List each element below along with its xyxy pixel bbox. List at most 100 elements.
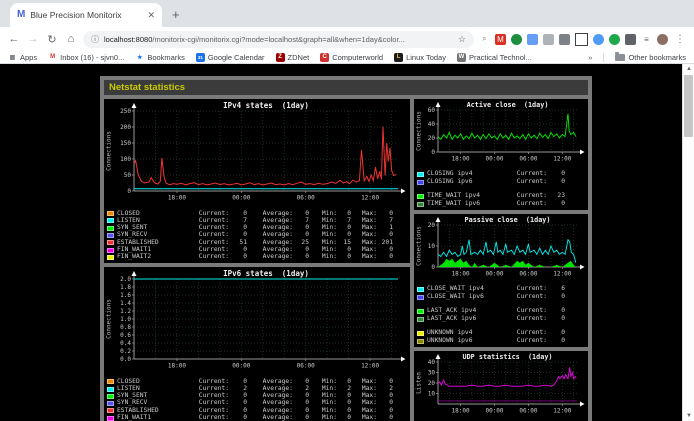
legend-row-closing-ipv4: CLOSING ipv4Current:0 <box>414 170 588 178</box>
svg-text:2.0: 2.0 <box>120 276 131 283</box>
bookmark-label: ZDNet <box>288 53 310 62</box>
chart-passive-close[interactable]: 0102018:0000:0006:0012:00Passive close (… <box>414 214 588 347</box>
legend-row-fin-wait1: FIN_WAIT1Current:0Average:0Min:0Max:0 <box>104 415 410 421</box>
chart-ipv4-states[interactable]: 05010015020025018:0000:0006:0012:00IPv4 … <box>104 99 410 263</box>
mail-extension-icon[interactable]: M <box>495 34 506 45</box>
bookmark-star-icon[interactable]: ☆ <box>458 34 466 45</box>
svg-text:UDP statistics (1day): UDP statistics (1day) <box>462 353 552 361</box>
legend-swatch <box>417 202 424 207</box>
home-button[interactable]: ⌂ <box>64 33 78 45</box>
scrollbar-thumb[interactable] <box>684 75 693 137</box>
bookmark-item[interactable]: ZZDNet <box>276 53 310 62</box>
chart-udp-statistics[interactable]: 1020304018:0000:0006:0012:00UDP statisti… <box>414 351 588 421</box>
legend-stat-value: 0 <box>337 254 351 260</box>
legend-swatch <box>107 211 114 216</box>
svg-text:1.2: 1.2 <box>120 308 131 315</box>
bookmark-item[interactable]: ★Bookmarks <box>135 53 185 62</box>
legend-stat-value: 0 <box>229 232 247 238</box>
legend-swatch <box>107 379 114 384</box>
bookmark-item[interactable]: WPractical Technol... <box>457 53 532 62</box>
legend-stat-value: 0 <box>293 254 309 260</box>
cast-extension-icon[interactable] <box>559 34 570 45</box>
legend-stat-value: 0 <box>377 254 393 260</box>
svg-text:Passive close (1day): Passive close (1day) <box>465 216 551 224</box>
ipv4-states-legend: CLOSEDCurrent:0Average:0Min:0Max:0LISTEN… <box>104 210 410 261</box>
browser-toolbar: ← → ↻ ⌂ ⓘ localhost:8080/monitorix-cgi/m… <box>0 27 694 51</box>
legend-series-name: CLOSED <box>117 379 189 385</box>
legend-stat-value: 0 <box>293 211 309 217</box>
other-bookmarks-button[interactable]: Other bookmarks <box>615 53 686 62</box>
passive-close-graph[interactable]: 0102018:0000:0006:0012:00Passive close (… <box>414 215 586 279</box>
extensions-puzzle-icon[interactable] <box>625 34 636 45</box>
swirl-extension-icon[interactable] <box>609 34 620 45</box>
page-info-icon[interactable]: ⓘ <box>91 34 99 45</box>
gray-box-extension-icon[interactable] <box>543 34 554 45</box>
legend-stat-value: 0 <box>337 379 351 385</box>
search-extension-icon[interactable]: ⌕ <box>479 34 490 45</box>
svg-text:06:00: 06:00 <box>519 156 537 163</box>
back-button[interactable]: ← <box>7 33 21 45</box>
chart-ipv6-states[interactable]: 0.00.20.40.60.81.01.21.41.61.82.018:0000… <box>104 267 410 421</box>
legend-stat-label: Min: <box>309 211 337 217</box>
legend-stat-label: Current: <box>189 254 229 260</box>
svg-text:0: 0 <box>127 188 131 195</box>
url-text[interactable]: localhost:8080/monitorix-cgi/monitorix.c… <box>104 35 453 44</box>
chrome-menu-icon[interactable]: ⋮ <box>673 34 687 45</box>
legend-stat-value: 6 <box>547 286 565 292</box>
bookmark-label: Google Calendar <box>208 53 265 62</box>
svg-text:200: 200 <box>120 124 131 131</box>
zdnet-icon: Z <box>276 53 285 62</box>
svg-text:00:00: 00:00 <box>485 156 503 163</box>
bookmark-item[interactable]: LLinux Today <box>394 53 446 62</box>
copy-pages-extension-icon[interactable] <box>527 34 538 45</box>
ipv4-states-graph[interactable]: 05010015020025018:0000:0006:0012:00IPv4 … <box>104 100 408 204</box>
legend-swatch <box>107 248 114 253</box>
svg-text:Connections: Connections <box>416 111 423 151</box>
legend-row-last-ack-ipv6: LAST_ACK ipv6Current:0 <box>414 315 588 323</box>
bookmark-item[interactable]: CComputerworld <box>320 53 383 62</box>
bookmarks-overflow-chevron[interactable]: » <box>588 53 592 62</box>
legend-stat-label: Current: <box>189 379 229 385</box>
legend-swatch <box>417 309 424 314</box>
legend-swatch <box>107 408 114 413</box>
legend-stat-label: Min: <box>309 400 337 406</box>
star-folder-icon: ★ <box>135 53 144 62</box>
svg-text:12:00: 12:00 <box>553 271 571 278</box>
url-host: localhost:8080 <box>104 35 152 44</box>
ipv6-states-graph[interactable]: 0.00.20.40.60.81.01.21.41.61.82.018:0000… <box>104 268 408 372</box>
legend-stat-label: Max: <box>351 211 377 217</box>
scrollbar-up-arrow[interactable]: ▲ <box>683 64 694 74</box>
legend-stat-label: Current: <box>503 316 547 322</box>
legend-stat-label: Current: <box>189 211 229 217</box>
legend-stat-value: 0 <box>547 338 565 344</box>
reading-list-icon[interactable]: ≡ <box>641 34 652 45</box>
reload-button[interactable]: ↻ <box>45 33 59 46</box>
chart-active-close[interactable]: 020406018:0000:0006:0012:00Active close … <box>414 99 588 210</box>
frame-extension-icon[interactable] <box>575 33 588 46</box>
svg-text:18:00: 18:00 <box>452 156 470 163</box>
bookmark-label: Linux Today <box>406 53 446 62</box>
active-close-graph[interactable]: 020406018:0000:0006:0012:00Active close … <box>414 100 586 164</box>
profile-avatar[interactable] <box>657 34 668 45</box>
bookmark-item[interactable]: 31Google Calendar <box>196 53 265 62</box>
page-content: Netstat statistics 05010015020025018:000… <box>0 64 694 421</box>
page-scrollbar[interactable]: ▲ ▼ <box>682 64 694 421</box>
forward-button[interactable]: → <box>26 33 40 45</box>
svg-text:100: 100 <box>120 156 131 163</box>
tab-close-icon[interactable]: ✕ <box>147 10 155 21</box>
legend-stat-label: Max: <box>351 232 377 238</box>
bookmark-item[interactable]: ▦Apps <box>8 53 37 62</box>
legend-stat-value: 0 <box>229 254 247 260</box>
svg-text:20: 20 <box>428 380 436 387</box>
udp-statistics-graph[interactable]: 1020304018:0000:0006:0012:00UDP statisti… <box>414 352 586 416</box>
bookmark-item[interactable]: MInbox (16) - sjvn0... <box>48 53 124 62</box>
ipv6-states-legend: CLOSEDCurrent:0Average:0Min:0Max:0LISTEN… <box>104 378 410 421</box>
chat-extension-icon[interactable] <box>593 34 604 45</box>
linux-today-icon: L <box>394 53 403 62</box>
browser-tab[interactable]: M Blue Precision Monitorix ✕ <box>10 3 162 27</box>
scrollbar-down-arrow[interactable]: ▼ <box>683 411 694 421</box>
address-bar[interactable]: ⓘ localhost:8080/monitorix-cgi/monitorix… <box>83 31 474 48</box>
globe-extension-icon[interactable] <box>511 34 522 45</box>
legend-swatch <box>107 401 114 406</box>
new-tab-button[interactable]: + <box>172 8 180 21</box>
